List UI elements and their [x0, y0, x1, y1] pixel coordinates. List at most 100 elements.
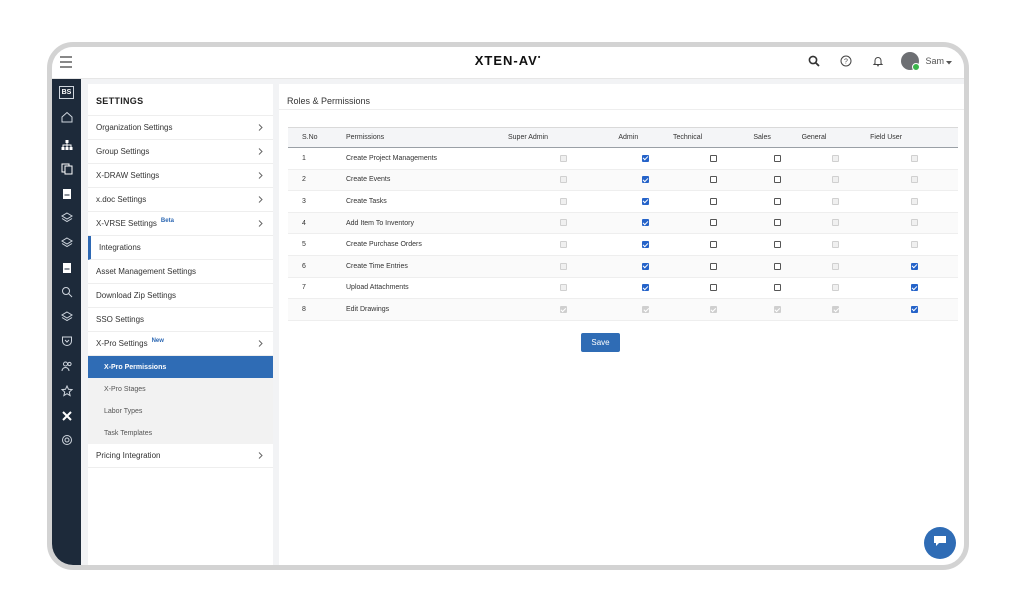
row-permission: Create Purchase Orders	[346, 233, 508, 256]
sales-checkbox[interactable]	[773, 262, 781, 270]
document-icon[interactable]	[59, 186, 74, 201]
settings-item-xdraw[interactable]: X-DRAW Settings	[88, 164, 273, 188]
main-panel: Roles & Permissions S.No Permissions Sup…	[279, 84, 964, 565]
table-row: 4 Add Item To Inventory	[288, 212, 958, 235]
row-sno: 8	[288, 298, 346, 321]
settings-icon[interactable]	[59, 432, 74, 447]
avatar[interactable]	[901, 52, 921, 71]
general-checkbox	[832, 305, 840, 313]
table-row: 5 Create Purchase Orders	[288, 233, 958, 256]
settings-item-xdoc[interactable]: x.doc Settings	[88, 188, 273, 212]
table-row: 7 Upload Attachments	[288, 277, 958, 300]
help-icon[interactable]: ?	[837, 52, 855, 70]
technical-checkbox[interactable]	[709, 241, 717, 248]
column-header: General	[801, 127, 871, 148]
admin-checkbox[interactable]	[642, 176, 650, 184]
field-user-checkbox	[910, 219, 918, 227]
user-name[interactable]: Sam	[925, 56, 944, 66]
row-sno: 5	[288, 233, 346, 256]
sales-checkbox[interactable]	[773, 219, 781, 227]
technical-checkbox[interactable]	[709, 197, 717, 205]
admin-checkbox[interactable]	[642, 197, 650, 205]
tools-icon[interactable]	[59, 408, 74, 423]
sales-checkbox[interactable]	[773, 284, 781, 292]
general-checkbox	[832, 176, 840, 184]
settings-item-xvrse[interactable]: X-VRSE Settings Beta	[88, 212, 273, 236]
admin-checkbox[interactable]	[642, 219, 650, 227]
field-user-checkbox[interactable]	[910, 305, 918, 313]
settings-item-label: Asset Management Settings	[96, 267, 197, 276]
bell-icon[interactable]	[869, 52, 887, 70]
super-admin-checkbox	[559, 197, 567, 205]
chevron-right-icon	[258, 340, 263, 349]
admin-checkbox[interactable]	[642, 154, 650, 162]
technical-checkbox[interactable]	[709, 219, 717, 227]
subitem-xpro-permissions[interactable]: X-Pro Permissions	[88, 356, 273, 378]
shield-icon[interactable]	[59, 333, 74, 348]
subitem-labor-types[interactable]: Labor Types	[88, 400, 273, 422]
sales-checkbox[interactable]	[773, 197, 781, 205]
settings-item-label: Integrations	[99, 243, 141, 252]
field-user-checkbox[interactable]	[910, 284, 918, 292]
technical-checkbox[interactable]	[709, 284, 717, 292]
workspace-badge[interactable]: BS	[59, 85, 74, 100]
row-permission: Create Events	[346, 169, 508, 192]
admin-checkbox[interactable]	[642, 241, 650, 248]
layers-icon[interactable]	[59, 235, 74, 250]
left-rail: BS	[52, 79, 81, 565]
chevron-right-icon	[258, 124, 263, 133]
technical-checkbox	[709, 305, 717, 313]
column-header: Sales	[753, 127, 802, 148]
chevron-right-icon	[258, 148, 263, 157]
top-bar: XTEN-AV• ? Sam	[52, 47, 964, 79]
settings-item-label: SSO Settings	[96, 315, 145, 324]
home-icon[interactable]	[59, 109, 74, 124]
settings-item-xpro[interactable]: X-Pro Settings New	[88, 332, 273, 356]
layers-icon[interactable]	[59, 210, 74, 225]
new-badge: New	[151, 337, 164, 344]
settings-item-pricing-integration[interactable]: Pricing Integration	[88, 444, 273, 468]
settings-item-sso[interactable]: SSO Settings	[88, 308, 273, 332]
settings-item-integrations[interactable]: Integrations	[88, 236, 273, 260]
settings-item-download-zip[interactable]: Download Zip Settings	[88, 284, 273, 308]
technical-checkbox[interactable]	[709, 176, 717, 184]
sales-checkbox[interactable]	[773, 176, 781, 184]
field-user-checkbox[interactable]	[910, 262, 918, 270]
general-checkbox	[832, 241, 840, 248]
chat-icon	[933, 534, 947, 552]
settings-item-organization[interactable]: Organization Settings	[88, 116, 273, 140]
row-permission: Create Tasks	[346, 190, 508, 213]
document-icon[interactable]	[59, 260, 74, 275]
settings-item-group[interactable]: Group Settings	[88, 140, 273, 164]
row-sno: 7	[288, 277, 346, 300]
settings-item-label: X-Pro Settings	[96, 339, 148, 348]
layers-icon[interactable]	[59, 309, 74, 324]
save-button[interactable]: Save	[581, 333, 620, 352]
search-icon[interactable]	[59, 284, 74, 299]
super-admin-checkbox	[559, 176, 567, 184]
hierarchy-icon[interactable]	[59, 137, 74, 152]
beta-badge: Beta	[160, 217, 174, 224]
field-user-checkbox	[910, 197, 918, 205]
sales-checkbox[interactable]	[773, 154, 781, 162]
copy-icon[interactable]	[59, 161, 74, 176]
settings-item-asset-management[interactable]: Asset Management Settings	[88, 260, 273, 284]
row-permission: Edit Drawings	[346, 298, 508, 321]
subitem-xpro-stages[interactable]: X-Pro Stages	[88, 378, 273, 400]
search-icon[interactable]	[805, 52, 823, 70]
admin-checkbox[interactable]	[642, 262, 650, 270]
admin-checkbox[interactable]	[642, 284, 650, 292]
chat-button[interactable]	[924, 527, 956, 559]
technical-checkbox[interactable]	[709, 154, 717, 162]
field-user-checkbox	[910, 154, 918, 162]
table-row: 8 Edit Drawings	[288, 298, 958, 321]
sales-checkbox[interactable]	[773, 241, 781, 248]
users-icon[interactable]	[59, 358, 74, 373]
row-sno: 4	[288, 212, 346, 235]
technical-checkbox[interactable]	[709, 262, 717, 270]
super-admin-checkbox	[559, 284, 567, 292]
chevron-down-icon[interactable]	[946, 52, 952, 70]
subitem-task-templates[interactable]: Task Templates	[88, 422, 273, 444]
settings-item-label: Download Zip Settings	[96, 291, 177, 300]
star-icon[interactable]	[59, 383, 74, 398]
